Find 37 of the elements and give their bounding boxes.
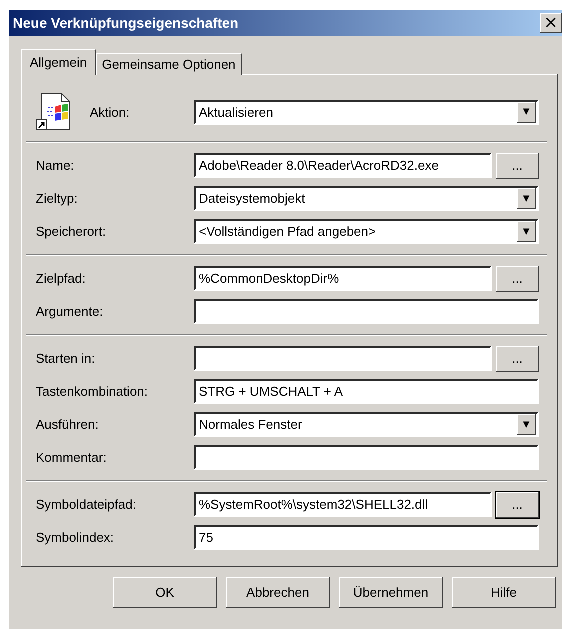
dropdown[interactable]: <Vollständigen Pfad angeben> ▼ (194, 219, 539, 244)
dropdown[interactable]: Normales Fenster ▼ (194, 412, 539, 437)
field-label: Tastenkombination: (36, 384, 150, 399)
browse-button[interactable]: ... (496, 266, 539, 292)
field-label: Argumente: (36, 304, 104, 319)
field-label: Ausführen: (36, 417, 100, 432)
field-label: Aktion: (90, 104, 131, 120)
field-label: Symbolindex: (36, 530, 116, 545)
close-button[interactable]: × (540, 13, 562, 33)
field-label: Name: (36, 158, 76, 173)
field-label: Starten in: (36, 351, 96, 366)
field-label: Speicherort: (36, 224, 108, 239)
field-label: Zieltyp: (36, 191, 79, 206)
field-label: Kommentar: (36, 450, 108, 465)
input-field[interactable]: Adobe\Reader 8.0\Reader\AcroRD32.exe (194, 153, 492, 178)
input-field[interactable]: %CommonDesktopDir% (194, 266, 492, 291)
field-label: Zielpfad: (36, 271, 87, 286)
dialog-button[interactable]: OK (113, 577, 217, 608)
field-label: Symboldateipfad: (36, 497, 138, 512)
input-field[interactable]: %SystemRoot%\system32\SHELL32.dll (194, 492, 492, 517)
input-field[interactable] (194, 299, 539, 324)
shortcut-icon (36, 93, 72, 131)
dropdown[interactable]: Aktualisieren ▼ (194, 100, 539, 124)
tab[interactable]: Gemeinsame Optionen (96, 53, 242, 75)
dialog-button[interactable]: Hilfe (452, 577, 556, 608)
dialog-button[interactable]: Übernehmen (339, 577, 443, 608)
input-field[interactable] (194, 445, 539, 470)
dropdown[interactable]: Dateisystemobjekt ▼ (194, 186, 539, 211)
browse-button[interactable]: ... (496, 346, 539, 372)
input-field[interactable]: 75 (194, 525, 539, 550)
browse-button[interactable]: ... (496, 152, 539, 178)
input-field[interactable] (194, 346, 492, 371)
window-title: Neue Verknüpfungseigenschaften (13, 15, 239, 31)
dialog-button[interactable]: Abbrechen (226, 577, 330, 608)
tab[interactable]: Allgemein (21, 49, 96, 75)
browse-button[interactable]: ... (496, 492, 539, 518)
input-field[interactable]: STRG + UMSCHALT + A (194, 379, 539, 404)
